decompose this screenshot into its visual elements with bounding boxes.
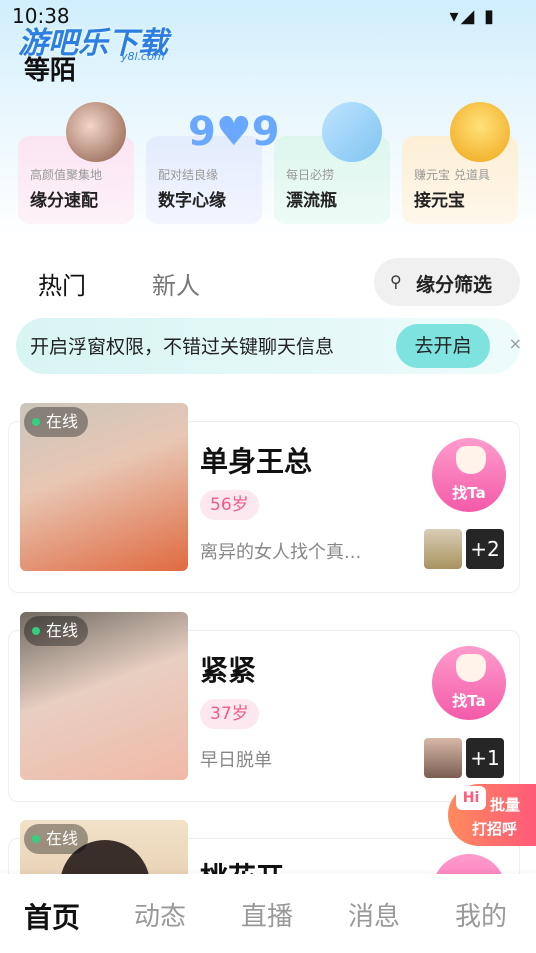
permission-banner: 开启浮窗权限，不错过关键聊天信息 去开启 × bbox=[16, 318, 522, 374]
photo-thumb[interactable] bbox=[424, 738, 462, 778]
card-title: 缘分速配 bbox=[30, 191, 98, 211]
hi-icon: Hi bbox=[456, 786, 486, 810]
batch-greet-button[interactable]: Hi 批量 打招呼 bbox=[448, 784, 536, 846]
card-number[interactable]: 9♥9 配对结良缘 数字心缘 bbox=[146, 109, 280, 224]
user-photo[interactable]: 在线 bbox=[20, 403, 188, 571]
gold-ingot-icon bbox=[450, 102, 510, 162]
watermark-sub: y8l.com bbox=[121, 50, 165, 63]
user-bio: 离异的女人找个真... bbox=[200, 542, 362, 563]
float-line1: 批量 bbox=[490, 796, 521, 814]
page-title: 等陌 bbox=[24, 56, 77, 86]
online-badge: 在线 bbox=[24, 407, 89, 437]
user-age: 37岁 bbox=[200, 699, 259, 729]
hand-icon bbox=[456, 446, 486, 474]
user-name: 紧紧 bbox=[200, 654, 257, 687]
avatar-icon bbox=[66, 102, 126, 162]
card-title: 漂流瓶 bbox=[286, 191, 337, 211]
card-ingot[interactable]: 赚元宝 兑道具 接元宝 bbox=[402, 102, 518, 224]
tab-hot[interactable]: 热门 bbox=[38, 266, 86, 301]
feature-cards: 高颜值聚集地 缘分速配 9♥9 配对结良缘 数字心缘 每日必捞 漂流瓶 赚元宝 … bbox=[18, 102, 520, 224]
online-dot-icon bbox=[32, 627, 40, 635]
card-title: 数字心缘 bbox=[158, 191, 226, 211]
find-ta-button[interactable]: 找Ta bbox=[432, 646, 506, 720]
find-ta-button[interactable]: 找Ta bbox=[432, 438, 506, 512]
card-match[interactable]: 高颜值聚集地 缘分速配 bbox=[18, 102, 134, 224]
card-sub: 配对结良缘 bbox=[158, 168, 219, 182]
user-age: 56岁 bbox=[200, 490, 259, 520]
banner-text: 开启浮窗权限，不错过关键聊天信息 bbox=[30, 336, 335, 358]
enable-button[interactable]: 去开启 bbox=[396, 324, 490, 368]
card-title: 接元宝 bbox=[414, 191, 465, 211]
filter-button[interactable]: ⚲ 缘分筛选 bbox=[374, 258, 520, 306]
status-icons: ▾◢ ▮ bbox=[449, 6, 496, 27]
online-badge: 在线 bbox=[24, 824, 89, 854]
nav-live[interactable]: 直播 bbox=[241, 896, 293, 933]
card-sub: 高颜值聚集地 bbox=[30, 168, 103, 182]
nav-home[interactable]: 首页 bbox=[24, 896, 80, 936]
hand-icon bbox=[456, 654, 486, 682]
online-dot-icon bbox=[32, 835, 40, 843]
card-sub: 每日必捞 bbox=[286, 168, 335, 182]
more-photos[interactable]: +2 bbox=[466, 529, 504, 569]
filter-label: 缘分筛选 bbox=[416, 274, 493, 296]
user-bio: 早日脱单 bbox=[200, 750, 272, 771]
tab-bar: 热门 新人 ⚲ 缘分筛选 bbox=[0, 258, 536, 308]
nav-messages[interactable]: 消息 bbox=[348, 896, 400, 933]
user-photo[interactable]: 在线 bbox=[20, 612, 188, 780]
close-icon[interactable]: × bbox=[509, 334, 522, 353]
nav-me[interactable]: 我的 bbox=[455, 896, 507, 933]
float-line2: 打招呼 bbox=[472, 820, 518, 838]
card-bottle[interactable]: 每日必捞 漂流瓶 bbox=[274, 102, 390, 224]
photo-thumb[interactable] bbox=[424, 529, 462, 569]
filter-icon: ⚲ bbox=[390, 272, 402, 291]
bottom-nav: 首页 动态 直播 消息 我的 bbox=[0, 874, 536, 953]
more-photos[interactable]: +1 bbox=[466, 738, 504, 778]
online-badge: 在线 bbox=[24, 616, 89, 646]
user-name: 单身王总 bbox=[200, 445, 313, 478]
tab-new[interactable]: 新人 bbox=[152, 266, 200, 301]
user-photo[interactable]: 在线 bbox=[20, 820, 188, 880]
nav-moments[interactable]: 动态 bbox=[134, 896, 186, 933]
online-dot-icon bbox=[32, 418, 40, 426]
heart-99-icon: 9♥9 bbox=[188, 109, 280, 155]
bottle-icon bbox=[322, 102, 382, 162]
card-sub: 赚元宝 兑道具 bbox=[414, 168, 490, 182]
